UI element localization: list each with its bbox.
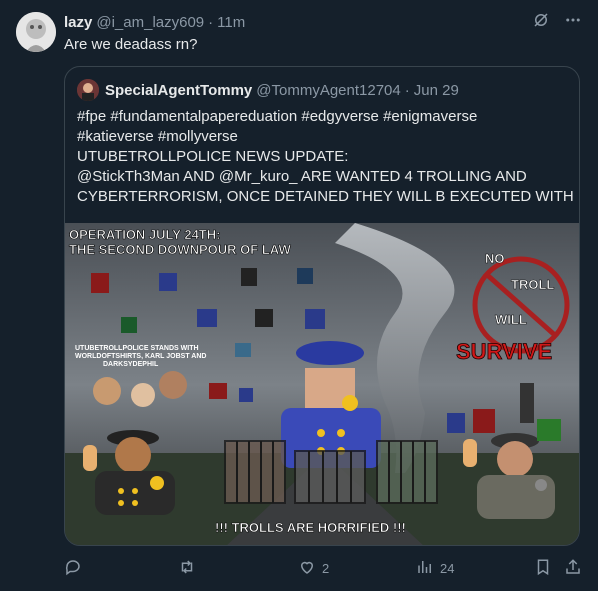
image-title-line1: OPERATION JULY 24TH: bbox=[69, 227, 220, 242]
sign-word-no: NO bbox=[485, 251, 505, 266]
reply-button[interactable] bbox=[64, 558, 88, 579]
image-caption-line1: UTUBETROLLPOLICE STANDS WITH bbox=[75, 345, 199, 352]
retweet-icon bbox=[178, 558, 196, 579]
tweet-header: lazy @i_am_lazy609 · 11m bbox=[64, 12, 582, 32]
more-icon[interactable] bbox=[564, 11, 582, 33]
like-button[interactable]: 2 bbox=[298, 558, 329, 579]
share-button[interactable] bbox=[564, 558, 582, 579]
quoted-text-line: @StickTh3Man AND @Mr_kuro_ ARE WANTED 4 … bbox=[77, 168, 527, 185]
image-caption-line2: WORLDOFTSHIRTS, KARL JOBST AND bbox=[75, 353, 206, 360]
heart-icon bbox=[298, 558, 316, 579]
image-bottom-text: !!! TROLLS ARE HORRIFIED !!! bbox=[215, 520, 406, 535]
bookmark-icon bbox=[534, 558, 552, 579]
image-title-line2: THE SECOND DOWNPOUR OF LAW bbox=[69, 242, 291, 257]
views-button[interactable]: 24 bbox=[416, 558, 454, 579]
quoted-author-avatar[interactable] bbox=[77, 79, 99, 101]
views-count: 24 bbox=[440, 561, 455, 576]
tweet-text: Are we deadass rn? bbox=[64, 36, 198, 53]
quoted-tweet-text: #fpe #fundamentalpapereduation #edgyvers… bbox=[77, 107, 580, 207]
retweet-button[interactable] bbox=[178, 558, 202, 579]
quoted-text-line: #katieverse #mollyverse bbox=[77, 128, 238, 145]
grok-icon[interactable] bbox=[532, 11, 550, 33]
author-name[interactable]: lazy bbox=[64, 14, 92, 31]
bookmark-button[interactable] bbox=[534, 558, 552, 579]
quoted-author-name[interactable]: SpecialAgentTommy bbox=[105, 82, 252, 99]
author-handle[interactable]: @i_am_lazy609 bbox=[96, 14, 204, 31]
sign-word-will: WILL bbox=[495, 312, 527, 327]
survive-text: SURVIVE bbox=[456, 339, 552, 364]
action-bar: 2 24 bbox=[64, 558, 584, 580]
quoted-text-line: UTUBETROLLPOLICE NEWS UPDATE: bbox=[77, 148, 349, 165]
tweet-time[interactable]: 11m bbox=[217, 14, 245, 31]
quoted-tweet-date[interactable]: Jun 29 bbox=[414, 82, 459, 99]
avatar-image bbox=[16, 12, 56, 52]
separator-dot: · bbox=[404, 81, 410, 99]
share-icon bbox=[564, 558, 582, 579]
separator-dot: · bbox=[208, 13, 214, 31]
like-count: 2 bbox=[322, 561, 330, 576]
views-icon bbox=[416, 558, 434, 579]
quoted-text-line: CYBERTERRORISM, ONCE DETAINED THEY WILL … bbox=[77, 188, 580, 205]
sign-word-troll: TROLL bbox=[511, 277, 554, 292]
quoted-text-line: #fpe #fundamentalpapereduation #edgyvers… bbox=[77, 108, 478, 125]
author-avatar[interactable] bbox=[16, 12, 56, 52]
image-caption-line3: DARKSYDEPHIL bbox=[103, 361, 159, 368]
jail-cells bbox=[224, 440, 438, 504]
quoted-tweet[interactable]: SpecialAgentTommy @TommyAgent12704 · Jun… bbox=[64, 66, 580, 546]
quoted-tweet-image[interactable]: OPERATION JULY 24TH: THE SECOND DOWNPOUR… bbox=[65, 223, 579, 545]
quoted-tweet-header: SpecialAgentTommy @TommyAgent12704 · Jun… bbox=[77, 79, 567, 101]
reply-icon bbox=[64, 558, 82, 579]
quoted-author-handle[interactable]: @TommyAgent12704 bbox=[256, 82, 400, 99]
